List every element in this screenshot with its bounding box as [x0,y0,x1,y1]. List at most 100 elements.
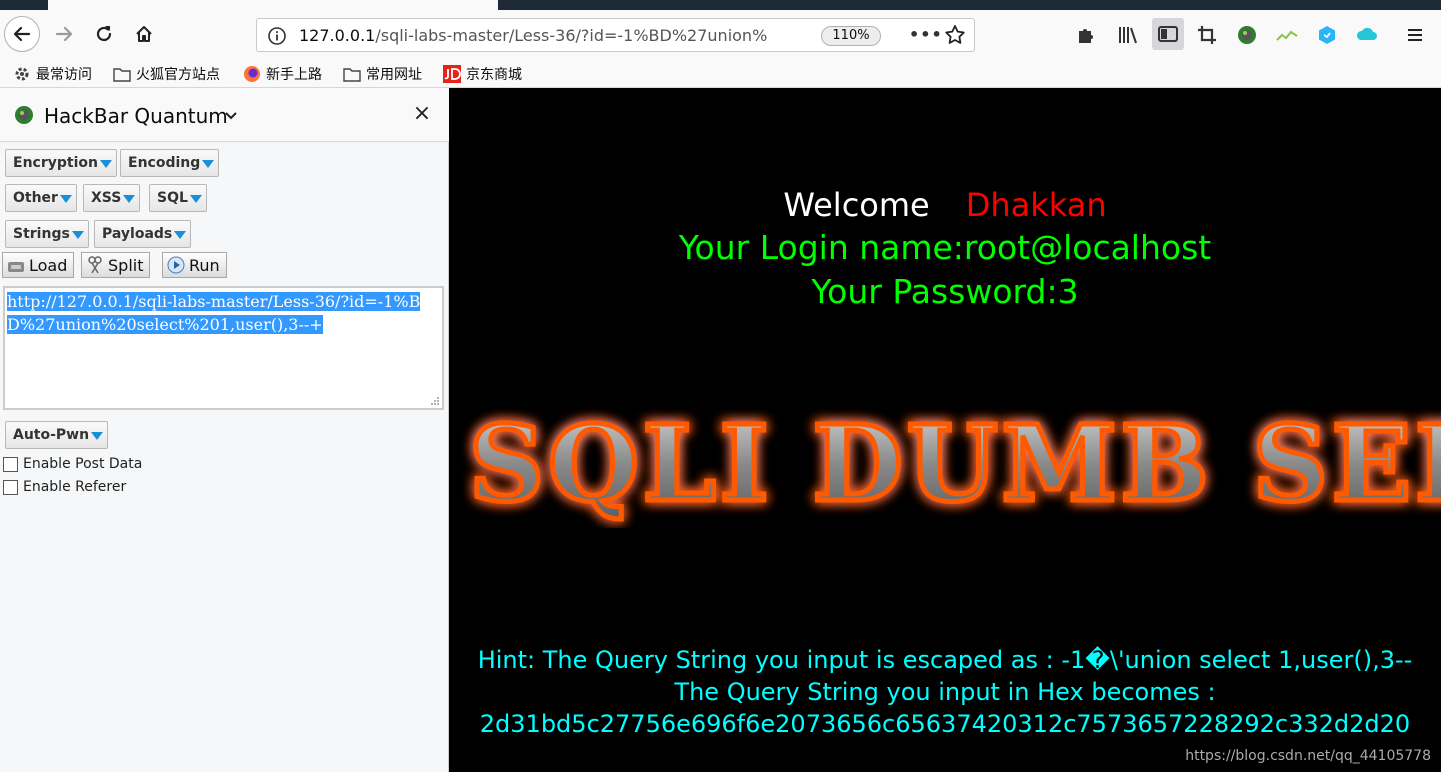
menu-label: Encryption [13,155,98,171]
sql-menu[interactable]: SQL [149,184,207,212]
other-menu[interactable]: Other [5,184,77,212]
xss-menu[interactable]: XSS [83,184,141,212]
url-text[interactable]: 127.0.0.1/sqli-labs-master/Less-36/?id=-… [299,26,779,46]
hackbar-sidebar: HackBar Quantum × Encryption Encoding Ot… [0,88,449,772]
puzzle-icon [1079,29,1093,43]
dropdown-arrow-icon [174,231,187,239]
hackbar-extension-button[interactable] [1234,22,1260,48]
cloud-icon [1356,27,1377,40]
url-path: /sqli-labs-master/Less-36/?id=-1%BD%27un… [375,26,768,45]
checkbox-label: Enable Referer [23,479,127,495]
menu-label: Auto-Pwn [13,427,90,443]
password-text: Your Password:3 [811,272,1079,311]
welcome-user: Dhakkan [965,186,1107,224]
bookmark-label: 最常访问 [36,67,92,83]
hamburger-menu-icon [1408,29,1422,41]
menu-label: SQL [157,190,188,206]
folder-icon [343,65,361,83]
firefox-icon [243,65,261,83]
csdn-watermark: https://blog.csdn.net/qq_44105778 [1185,748,1431,764]
dropdown-arrow-icon [59,195,72,203]
button-label: Run [189,255,220,275]
enable-post-checkbox[interactable]: Enable Post Data [3,455,142,473]
hint-hex-value: 2d31bd5c27756e696f6e2073656c65637420312c… [479,710,1411,738]
bookmark-most-visited[interactable]: 最常访问 [13,64,92,84]
auto-pwn-menu[interactable]: Auto-Pwn [5,421,109,449]
chevron-down-icon[interactable] [224,108,238,122]
home-button[interactable] [126,16,162,52]
bookmark-label: 火狐官方站点 [136,67,220,83]
screenshot-button[interactable] [1194,22,1220,48]
sidebar-title[interactable]: HackBar Quantum [44,104,228,128]
resize-grip-icon[interactable] [430,396,440,406]
menu-label: Payloads [102,226,173,242]
folder-icon [113,65,131,83]
strings-menu[interactable]: Strings [5,220,89,248]
checkbox-box[interactable] [3,456,18,472]
checkbox-label: Enable Post Data [23,456,143,472]
navigation-toolbar: 127.0.0.1/sqli-labs-master/Less-36/?id=-… [0,10,1441,60]
run-button[interactable]: Run [162,252,227,278]
cloud-extension-button[interactable] [1354,22,1380,48]
library-icon [1119,27,1137,44]
cube-icon [1319,26,1335,44]
back-button[interactable] [4,16,40,52]
arrow-left-icon [13,26,31,42]
bookmark-label: 新手上路 [266,67,322,83]
bookmark-jd[interactable]: 京东商城 [443,64,522,84]
checkbox-box[interactable] [3,479,18,495]
reload-icon [96,26,112,42]
bookmark-getting-started[interactable]: 新手上路 [243,64,322,84]
jd-icon [443,65,461,83]
page-content: Welcome Dhakkan Your Login name:root@loca… [449,88,1441,772]
url-textarea[interactable]: http://127.0.0.1/sqli-labs-master/Less-3… [3,286,444,410]
sidebar-header: HackBar Quantum × [0,88,449,142]
split-url-button[interactable]: Split [81,252,151,278]
bookmark-label: 常用网址 [366,67,422,83]
dropdown-arrow-icon [99,160,112,168]
cube-extension-button[interactable] [1314,22,1340,48]
load-icon [7,256,25,274]
menu-label: XSS [91,190,122,206]
menu-label: Strings [13,226,70,242]
zoom-indicator[interactable]: 110% [821,26,881,46]
payloads-menu[interactable]: Payloads [94,220,192,248]
bookmark-star-icon[interactable] [943,23,967,47]
page-actions-button[interactable]: ••• [909,25,942,47]
menu-button[interactable] [1402,22,1428,48]
hint-hex-label: The Query String you input in Hex become… [674,678,1216,706]
menu-label: Other [13,190,58,206]
arrow-right-icon [55,26,73,42]
library-button[interactable] [1114,22,1140,48]
button-label: Load [29,255,68,275]
encryption-menu[interactable]: Encryption [5,149,117,177]
url-host: 127.0.0.1 [299,26,376,45]
dropdown-arrow-icon [123,195,136,203]
bookmark-firefox-official[interactable]: 火狐官方站点 [113,64,220,84]
dropdown-arrow-icon [202,160,215,168]
hint-escaped-text: Hint: The Query String you input is esca… [477,646,1413,674]
encoding-menu[interactable]: Encoding [120,149,220,177]
banner-text: SQLI DUMB SERIES [469,402,1441,525]
stats-extension-button[interactable] [1274,22,1300,48]
info-icon[interactable] [267,26,287,46]
address-bar[interactable]: 127.0.0.1/sqli-labs-master/Less-36/?id=-… [256,18,975,52]
extensions-button[interactable] [1073,22,1099,48]
menu-label: Encoding [128,155,201,171]
forward-button[interactable] [46,16,82,52]
sidebar-close-button[interactable]: × [410,102,434,126]
split-icon [86,256,104,274]
active-tab[interactable] [48,0,498,10]
gear-icon [13,65,31,83]
tab-strip [0,0,1441,10]
load-url-button[interactable]: Load [2,252,75,278]
selected-url-text: http://127.0.0.1/sqli-labs-master/Less-3… [7,292,421,334]
login-name-text: Your Login name:root@localhost [678,228,1212,267]
sidebar-toggle-button[interactable] [1152,18,1184,50]
enable-referer-checkbox[interactable]: Enable Referer [3,478,126,496]
reload-button[interactable] [86,16,122,52]
hackbar-icon [1238,26,1256,44]
bookmark-common-sites[interactable]: 常用网址 [343,64,422,84]
crop-icon [1198,26,1216,44]
hackbar-logo-icon [15,106,33,124]
